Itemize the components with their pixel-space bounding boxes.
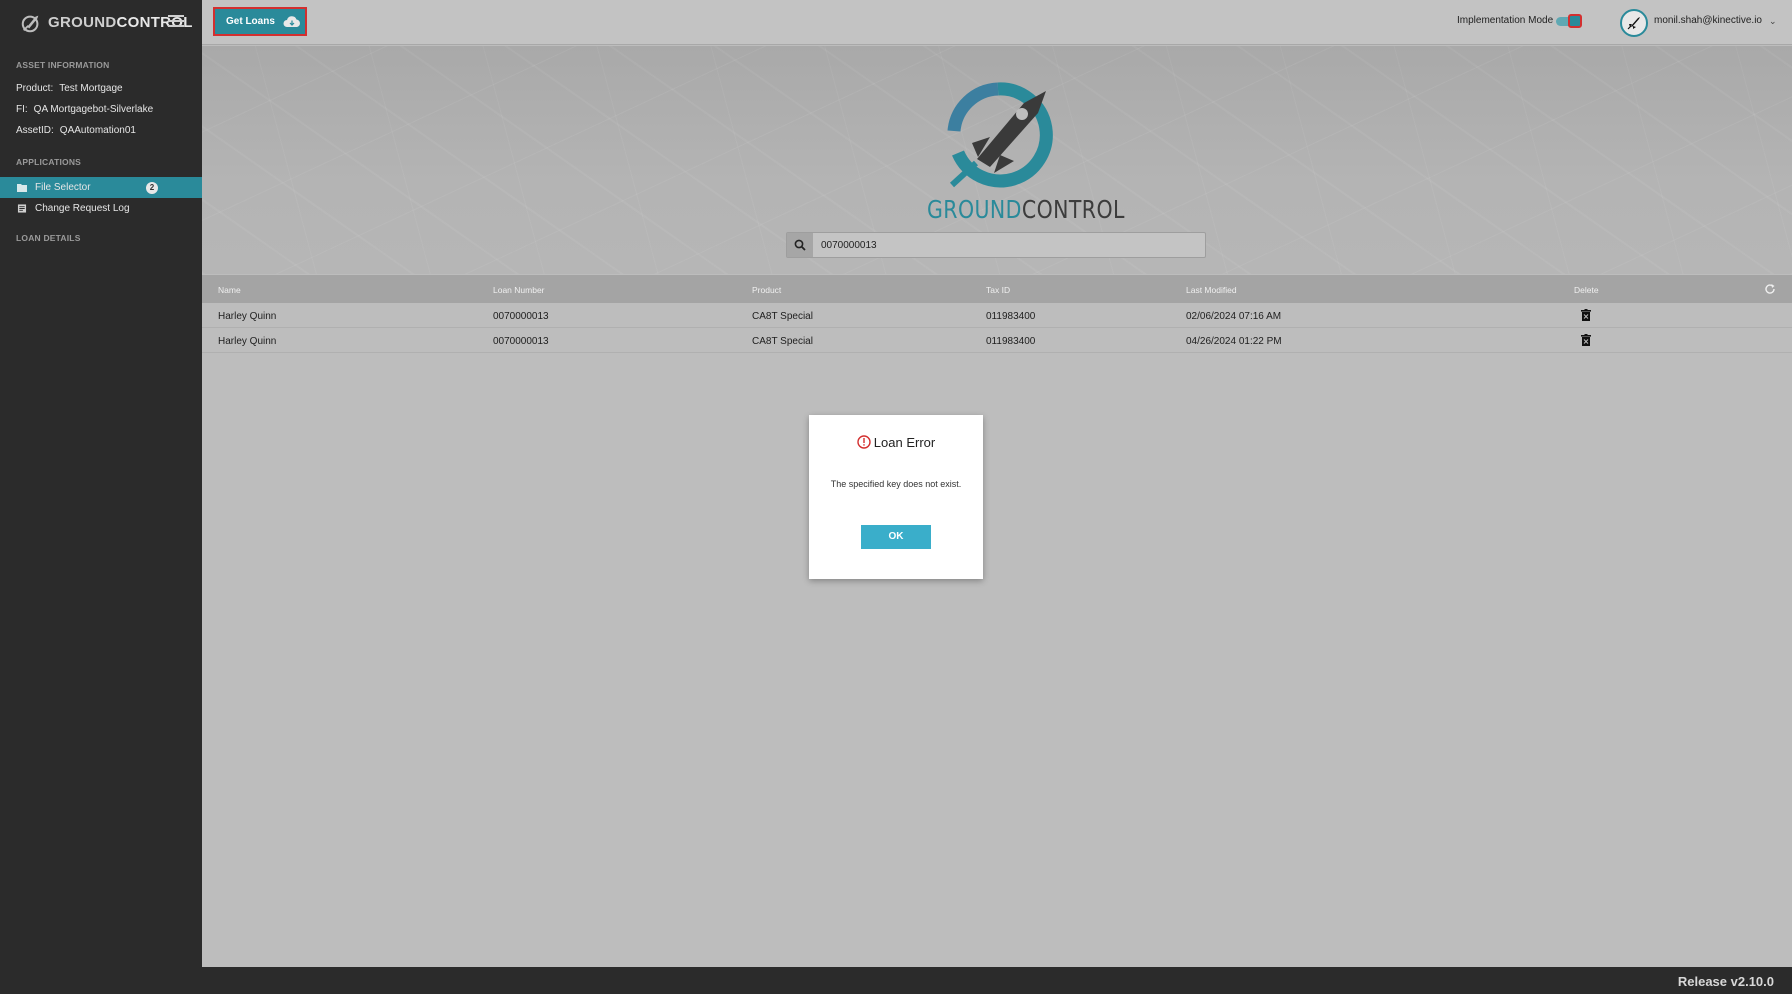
column-header-last-modified[interactable]: Last Modified: [1186, 285, 1237, 295]
row-loan-number: 0070000013: [493, 336, 549, 347]
rocket-icon: [1627, 17, 1640, 30]
asset-product-value: Test Mortgage: [59, 83, 123, 94]
dialog-title-text: Loan Error: [873, 435, 936, 450]
error-icon: [857, 435, 871, 449]
table-row[interactable]: Harley Quinn 0070000013 CA8T Special 011…: [202, 328, 1792, 353]
asset-id-key: AssetID:: [16, 125, 54, 136]
row-loan-number: 0070000013: [493, 311, 549, 322]
user-email[interactable]: monil.shah@kinective.io: [1654, 15, 1762, 26]
asset-id: AssetID: QAAutomation01: [0, 120, 202, 141]
applications-heading: APPLICATIONS: [16, 157, 82, 167]
file-count-badge: 2: [146, 182, 158, 194]
hero-title-suffix: CONTROL: [1021, 195, 1125, 224]
sidebar-item-change-request-log[interactable]: Change Request Log: [0, 198, 202, 219]
document-icon: [17, 204, 27, 213]
hero-title: GROUNDCONTROL: [927, 195, 1125, 224]
row-last-modified: 04/26/2024 01:22 PM: [1186, 336, 1282, 347]
loan-details-heading: LOAN DETAILS: [16, 233, 81, 243]
menu-icon[interactable]: [168, 15, 184, 29]
get-loans-button[interactable]: Get Loans: [213, 7, 307, 36]
asset-product: Product: Test Mortgage: [0, 78, 202, 99]
table-header: Name Loan Number Product Tax ID Last Mod…: [202, 275, 1792, 303]
row-name: Harley Quinn: [218, 311, 277, 322]
row-tax-id: 011983400: [986, 336, 1036, 347]
top-bar: Get Loans Implementation Mode monil.shah…: [202, 0, 1792, 45]
footer: Release v2.10.0: [202, 967, 1792, 994]
row-name: Harley Quinn: [218, 336, 277, 347]
groundcontrol-rocket-logo-icon: [947, 82, 1053, 188]
implementation-mode-toggle[interactable]: [1556, 14, 1584, 28]
column-header-loan-number[interactable]: Loan Number: [493, 285, 545, 295]
column-header-delete: Delete: [1574, 285, 1599, 295]
folder-icon: [17, 184, 27, 192]
trash-icon[interactable]: [1581, 309, 1591, 321]
loan-error-dialog: Loan Error The specified key does not ex…: [809, 415, 983, 579]
search-icon[interactable]: [787, 233, 813, 257]
trash-icon[interactable]: [1581, 334, 1591, 346]
refresh-icon[interactable]: [1764, 283, 1776, 295]
asset-id-value: QAAutomation01: [59, 125, 136, 136]
row-tax-id: 011983400: [986, 311, 1036, 322]
sidebar-item-label: File Selector: [35, 182, 91, 193]
brand-prefix: GROUND: [48, 14, 117, 31]
get-loans-label: Get Loans: [226, 16, 275, 27]
column-header-product[interactable]: Product: [752, 285, 781, 295]
asset-fi-value: QA Mortgagebot-Silverlake: [33, 104, 154, 115]
groundcontrol-logo-icon: [21, 15, 39, 32]
search-input[interactable]: 0070000013: [813, 240, 877, 251]
asset-fi: FI: QA Mortgagebot-Silverlake: [0, 99, 202, 120]
row-product: CA8T Special: [752, 311, 813, 322]
row-product: CA8T Special: [752, 336, 813, 347]
asset-information-heading: ASSET INFORMATION: [16, 60, 110, 70]
avatar[interactable]: [1620, 9, 1648, 37]
hero-banner: GROUNDCONTROL 0070000013: [202, 46, 1792, 274]
chevron-down-icon[interactable]: ⌄: [1769, 16, 1777, 27]
release-version: Release v2.10.0: [1677, 974, 1774, 989]
asset-product-key: Product:: [16, 83, 54, 94]
implementation-mode-label: Implementation Mode: [1457, 15, 1554, 26]
table-row[interactable]: Harley Quinn 0070000013 CA8T Special 011…: [202, 303, 1792, 328]
cloud-download-icon: [283, 15, 300, 27]
dialog-message: The specified key does not exist.: [830, 479, 962, 489]
dialog-title: Loan Error: [809, 435, 983, 450]
sidebar: GROUNDCONTROL ASSET INFORMATION Product:…: [0, 0, 202, 994]
hero-title-prefix: GROUND: [927, 195, 1022, 224]
ok-button[interactable]: OK: [861, 525, 931, 549]
sidebar-item-label: Change Request Log: [35, 203, 130, 214]
row-last-modified: 02/06/2024 07:16 AM: [1186, 311, 1282, 322]
loans-table: Name Loan Number Product Tax ID Last Mod…: [202, 275, 1792, 353]
asset-fi-key: FI:: [16, 104, 28, 115]
column-header-tax-id[interactable]: Tax ID: [986, 285, 1010, 295]
column-header-name[interactable]: Name: [218, 285, 241, 295]
sidebar-item-file-selector[interactable]: File Selector 2: [0, 177, 202, 198]
loan-search[interactable]: 0070000013: [786, 232, 1206, 258]
